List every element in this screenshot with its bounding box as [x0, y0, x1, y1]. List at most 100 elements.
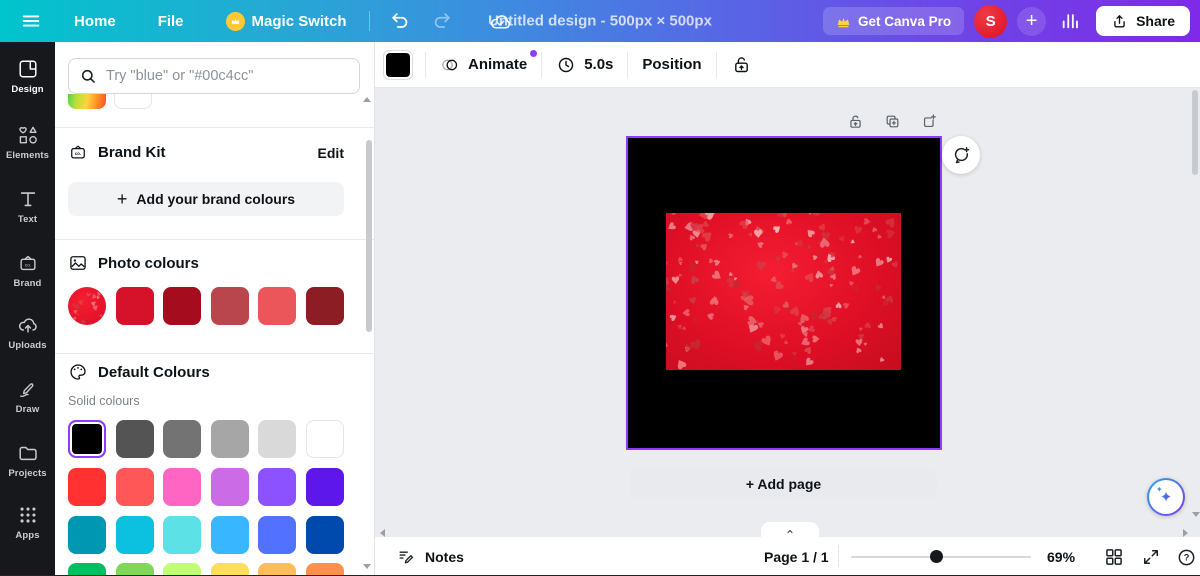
heart-shape: ♥	[823, 250, 837, 265]
fullscreen-icon[interactable]	[1139, 545, 1163, 569]
background-colour-button[interactable]	[383, 50, 413, 80]
page-indicator[interactable]: Page 1 / 1	[764, 549, 829, 565]
sidebar-item-apps[interactable]: Apps	[0, 504, 55, 552]
heart-shape: ♥	[759, 334, 776, 352]
sidebar-item-text[interactable]: Text	[0, 188, 55, 236]
sidebar-item-draw[interactable]: Draw	[0, 378, 55, 426]
grid-view-icon[interactable]	[1102, 545, 1126, 569]
hearts-photo-element[interactable]: ♥♥♥♥♥♥♥♥♥♥♥♥♥♥♥♥♥♥♥♥♥♥♥♥♥♥♥♥♥♥♥♥♥♥♥♥♥♥♥♥…	[666, 213, 901, 370]
colour-swatch[interactable]: ♥♥♥♥♥♥♥♥♥♥♥♥♥♥♥♥	[68, 287, 106, 325]
heart-shape: ♥	[829, 249, 839, 259]
rail-label: Brand	[14, 278, 42, 289]
heart-shape: ♥	[841, 300, 852, 310]
colour-swatch[interactable]	[306, 516, 344, 554]
notes-icon	[397, 547, 416, 566]
collapse-bottom-bar-tab[interactable]	[761, 522, 819, 537]
redo-icon[interactable]	[426, 5, 458, 37]
menu-icon[interactable]	[16, 6, 46, 36]
panel-scroll-up-arrow[interactable]	[363, 97, 371, 102]
colour-swatch[interactable]	[68, 516, 106, 554]
toolbar-separator	[369, 11, 370, 31]
position-button[interactable]: Position	[640, 52, 703, 77]
colour-swatch[interactable]	[258, 287, 296, 325]
add-page-button[interactable]: + Add page	[630, 468, 937, 499]
colour-swatch[interactable]	[163, 516, 201, 554]
colour-swatch[interactable]	[116, 468, 154, 506]
document-title[interactable]: Untitled design - 500px × 500px	[488, 13, 712, 30]
photo-colours-header: Photo colours	[68, 253, 199, 273]
palette-icon	[68, 362, 88, 382]
page-lock-icon[interactable]	[845, 111, 866, 132]
zoom-percentage[interactable]: 69%	[1047, 549, 1075, 565]
sidebar-item-uploads[interactable]: Uploads	[0, 314, 55, 362]
search-icon	[79, 67, 98, 86]
colour-swatch[interactable]	[306, 287, 344, 325]
colour-swatch[interactable]	[116, 287, 154, 325]
lock-button[interactable]	[729, 50, 754, 79]
colour-swatch[interactable]	[163, 420, 201, 458]
share-button[interactable]: Share	[1096, 6, 1190, 36]
heart-shape: ♥	[693, 243, 700, 249]
colour-swatch[interactable]	[68, 420, 106, 458]
heart-shape: ♥	[709, 268, 725, 284]
colour-swatch[interactable]	[258, 468, 296, 506]
panel-scrollbar-thumb[interactable]	[366, 140, 372, 332]
heart-shape: ♥	[813, 267, 825, 279]
colour-swatch[interactable]	[211, 287, 249, 325]
sidebar-item-brand[interactable]: co. Brand	[0, 252, 55, 300]
heart-shape: ♥	[709, 293, 721, 306]
brand-kit-edit-link[interactable]: Edit	[318, 145, 344, 161]
gradient-colour-swatch[interactable]	[68, 94, 106, 109]
white-colour-swatch[interactable]	[114, 94, 152, 109]
panel-scroll-down-arrow[interactable]	[363, 564, 371, 569]
add-page-icon[interactable]	[919, 111, 940, 132]
design-page[interactable]: ♥♥♥♥♥♥♥♥♥♥♥♥♥♥♥♥♥♥♥♥♥♥♥♥♥♥♥♥♥♥♥♥♥♥♥♥♥♥♥♥…	[628, 138, 940, 448]
undo-icon[interactable]	[384, 5, 416, 37]
colour-swatch[interactable]	[211, 420, 249, 458]
heart-shape: ♥	[869, 224, 877, 233]
zoom-slider[interactable]	[851, 537, 1031, 576]
vertical-scrollbar-thumb[interactable]	[1192, 90, 1198, 175]
get-canva-pro-button[interactable]: Get Canva Pro	[823, 7, 964, 35]
horizontal-scroll-left-arrow[interactable]	[380, 529, 385, 537]
colour-swatch[interactable]	[163, 468, 201, 506]
nav-file[interactable]: File	[158, 13, 184, 30]
left-rail: Design Elements Text co. Brand Uploads D…	[0, 42, 55, 576]
duration-button[interactable]: 5.0s	[554, 51, 615, 79]
heart-shape: ♥	[90, 304, 98, 312]
share-upload-icon	[1111, 13, 1128, 30]
colour-swatch[interactable]	[211, 468, 249, 506]
nav-magic-switch[interactable]: Magic Switch	[226, 12, 347, 31]
colour-swatch[interactable]	[163, 287, 201, 325]
assistant-button[interactable]: ✦ ✦	[1147, 478, 1185, 516]
projects-folder-icon	[17, 442, 39, 464]
zoom-slider-thumb[interactable]	[930, 550, 943, 563]
help-icon[interactable]: ?	[1174, 545, 1199, 570]
nav-home[interactable]: Home	[74, 13, 116, 30]
colour-swatch[interactable]	[258, 516, 296, 554]
duplicate-page-icon[interactable]	[882, 111, 903, 132]
colour-swatch[interactable]	[211, 516, 249, 554]
colour-swatch[interactable]	[116, 516, 154, 554]
notes-button[interactable]: Notes	[397, 547, 464, 566]
toolbar-separator	[541, 52, 542, 78]
insights-chart-icon[interactable]	[1056, 6, 1086, 36]
sidebar-item-design[interactable]: Design	[0, 58, 55, 106]
comment-button[interactable]	[942, 136, 980, 174]
avatar[interactable]: S	[974, 5, 1007, 38]
horizontal-scroll-right-arrow[interactable]	[1183, 529, 1188, 537]
colour-swatch[interactable]	[306, 468, 344, 506]
sidebar-item-elements[interactable]: Elements	[0, 124, 55, 172]
animate-button[interactable]: Animate	[438, 51, 529, 79]
colour-swatch[interactable]	[258, 420, 296, 458]
add-brand-colours-button[interactable]: + Add your brand colours	[68, 182, 344, 216]
sidebar-item-projects[interactable]: Projects	[0, 442, 55, 490]
colour-search-input[interactable]	[106, 68, 349, 84]
colour-swatch[interactable]	[306, 420, 344, 458]
add-member-button[interactable]: +	[1017, 7, 1046, 36]
heart-shape: ♥	[890, 261, 901, 272]
colour-swatch[interactable]	[116, 420, 154, 458]
vertical-scroll-down-arrow[interactable]	[1192, 512, 1200, 517]
heart-shape: ♥	[688, 221, 699, 233]
colour-swatch[interactable]	[68, 468, 106, 506]
